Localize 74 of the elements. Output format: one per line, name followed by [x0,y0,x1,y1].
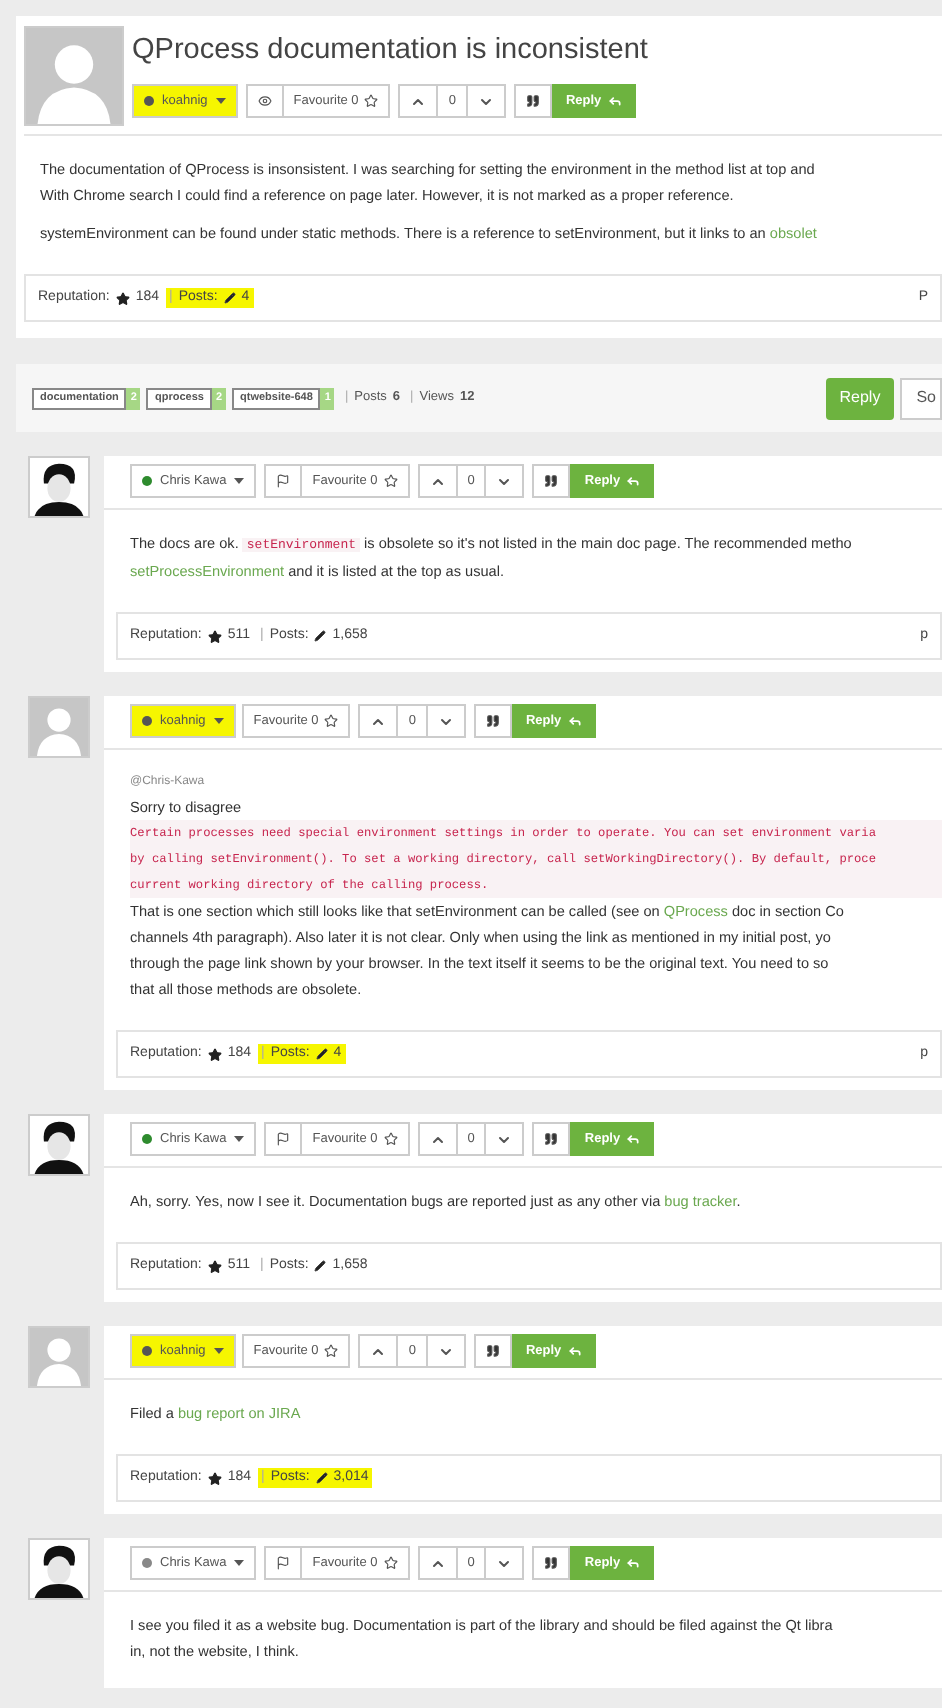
caret-icon [234,1560,245,1566]
pencil-icon [223,292,236,304]
chevron-up-icon [370,713,387,729]
chevron-down-icon [496,1555,513,1571]
pencil-icon [314,630,327,642]
avatar-icon [28,696,90,758]
upvote-button[interactable] [417,1546,458,1580]
reply-icon [567,714,582,728]
reply-icon [607,94,622,108]
flag-button[interactable] [264,464,303,498]
upvote-button[interactable] [398,84,439,118]
quote-icon [544,1132,559,1146]
star-icon [383,1132,398,1146]
quote-icon [525,94,540,108]
chevron-down-icon [437,713,454,729]
star-icon [383,1556,398,1570]
pencil-icon [315,1472,328,1484]
star-icon [207,1471,222,1485]
chevron-down-icon [496,1131,513,1147]
reply-icon [567,1344,582,1358]
chevron-up-icon [410,93,427,109]
star-icon [324,714,339,728]
caret-icon [234,1136,245,1142]
avatar-icon [28,456,90,518]
chevron-up-icon [429,1555,446,1571]
star-icon [364,94,379,108]
quote-button[interactable] [473,704,512,738]
chevron-up-icon [429,1131,446,1147]
watch-button[interactable] [245,84,284,118]
chevron-down-icon [437,1343,454,1359]
star-icon [207,629,222,643]
quote-icon [544,1556,559,1570]
quote-button[interactable] [532,1546,571,1580]
caret-icon [215,98,226,104]
flag-button[interactable] [264,1122,303,1156]
flag-icon [276,1132,291,1146]
upvote-button[interactable] [417,1122,458,1156]
avatar-icon [28,1114,90,1176]
pencil-icon [315,1048,328,1060]
chevron-down-icon [477,93,494,109]
avatar-icon [28,1538,90,1600]
quote-icon [544,474,559,488]
reply-icon [626,1556,641,1570]
upvote-button[interactable] [417,464,458,498]
flag-icon [276,1556,291,1570]
sort-button[interactable]: So [900,377,942,419]
star-icon [207,1047,222,1061]
avatar-icon [28,1326,90,1388]
caret-icon [213,718,224,724]
chevron-down-icon [496,473,513,489]
upvote-button[interactable] [358,704,399,738]
chevron-up-icon [370,1343,387,1359]
star-icon [115,291,130,305]
caret-icon [213,1348,224,1354]
topic-title: QProcess documentation is inconsistent [132,32,648,68]
star-icon [383,474,398,488]
quote-button[interactable] [532,464,571,498]
star-icon [207,1259,222,1273]
reply-icon [626,474,641,488]
avatar-icon [24,26,124,126]
flag-button[interactable] [264,1546,303,1580]
star-icon [324,1344,339,1358]
chevron-up-icon [429,473,446,489]
quote-button[interactable] [532,1122,571,1156]
quote-icon [485,1344,500,1358]
eye-icon [257,94,272,108]
upvote-button[interactable] [358,1334,399,1368]
caret-icon [234,478,245,484]
reply-icon [626,1132,641,1146]
quote-button[interactable] [473,1334,512,1368]
flag-icon [276,474,291,488]
quote-button[interactable] [513,84,552,118]
quote-icon [485,714,500,728]
pencil-icon [314,1260,327,1272]
